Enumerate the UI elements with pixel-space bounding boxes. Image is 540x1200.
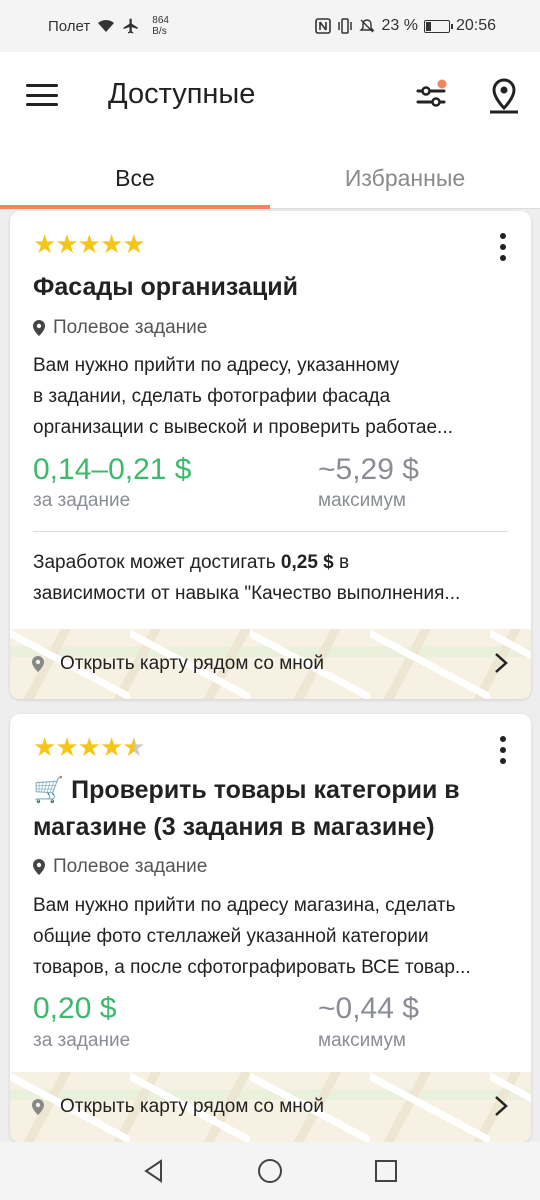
vibrate-icon (338, 18, 353, 34)
description-line: Вам нужно прийти по адресу магазина, сде… (33, 895, 456, 916)
open-map-link[interactable]: Открыть карту рядом со мной (10, 1072, 531, 1142)
location-pin-icon (32, 656, 44, 672)
task-title: 🛒 Проверить товары категории в магазине … (33, 772, 513, 846)
rating-stars: ★ ★ ★ ★ ★ (33, 732, 146, 762)
more-options-icon[interactable] (499, 736, 507, 764)
description-line: Вам нужно прийти по адресу, указанному (33, 355, 400, 376)
price-per-task-label: за задание (33, 490, 131, 511)
earnings-note: Заработок может достигать 0,25 $ в завис… (33, 547, 511, 609)
note-text: Заработок может достигать (33, 552, 281, 573)
page-title: Доступные (108, 78, 256, 110)
description-line: товаров, а после сфотографировать ВСЕ то… (33, 957, 471, 978)
task-title-line: Проверить товары категории в (71, 776, 460, 804)
star-icon: ★ (122, 229, 145, 259)
task-type-label: Полевое задание (53, 856, 208, 877)
price-max: ~0,44 $ (318, 992, 419, 1025)
task-title: Фасады организаций (33, 273, 298, 301)
rating-stars: ★ ★ ★ ★ ★ (33, 229, 146, 259)
home-icon[interactable] (257, 1158, 283, 1184)
tab-bar: Все Избранные (0, 148, 540, 209)
divider (33, 531, 508, 532)
open-map-link[interactable]: Открыть карту рядом со мной (10, 629, 531, 699)
menu-icon[interactable] (26, 82, 58, 108)
chevron-right-icon (495, 1096, 508, 1116)
task-card[interactable]: ★ ★ ★ ★ ★ 🛒 Проверить товары категории в маг… (10, 714, 531, 1142)
speed-unit: B/s (152, 26, 167, 37)
open-map-label: Открыть карту рядом со мной (60, 653, 324, 674)
mute-bell-icon (359, 19, 376, 33)
note-text: в (333, 552, 350, 573)
description-line: организации с вывеской и проверить работ… (33, 417, 453, 438)
task-description: Вам нужно прийти по адресу, указанному в… (33, 350, 511, 443)
map-pin-icon[interactable] (484, 76, 524, 116)
carrier-label: Полет (48, 17, 91, 35)
half-star-icon: ★ (122, 732, 145, 762)
star-icon: ★ (77, 229, 101, 259)
note-amount: 0,25 $ (280, 552, 334, 573)
task-type: Полевое задание (33, 856, 207, 878)
price-per-task-label: за задание (33, 1030, 131, 1051)
location-pin-icon (33, 859, 45, 875)
star-icon: ★ (99, 732, 123, 762)
clock: 20:56 (455, 17, 496, 34)
recents-icon[interactable] (373, 1158, 399, 1184)
task-title-line: магазине (3 задания в магазине) (33, 813, 435, 841)
back-icon[interactable] (141, 1158, 167, 1184)
tab-favorites[interactable]: Избранные (270, 148, 540, 208)
task-description: Вам нужно прийти по адресу магазина, сде… (33, 890, 511, 983)
description-line: в задании, сделать фотографии фасада (33, 386, 391, 407)
star-icon: ★ (77, 732, 101, 762)
chevron-right-icon (495, 653, 508, 673)
app-bar: Доступные Все Избранные (0, 52, 540, 209)
tab-all[interactable]: Все (0, 148, 270, 209)
star-icon: ★ (55, 229, 78, 259)
network-speed: 864 B/s (152, 15, 169, 37)
star-icon: ★ (33, 229, 56, 259)
price-per-task: 0,14–0,21 $ (33, 453, 192, 486)
location-pin-icon (32, 1099, 44, 1115)
description-line: общие фото стеллажей указанной категории (33, 926, 429, 947)
task-type-label: Полевое задание (53, 317, 208, 338)
wifi-icon (98, 19, 115, 32)
nfc-icon (315, 18, 332, 34)
price-per-task: 0,20 $ (33, 992, 117, 1025)
note-text: зависимости от навыка "Качество выполнен… (33, 583, 461, 604)
price-max: ~5,29 $ (318, 453, 419, 486)
system-nav-bar (0, 1142, 540, 1200)
star-icon: ★ (99, 229, 123, 259)
location-pin-icon (33, 320, 45, 336)
star-icon: ★ (55, 732, 78, 762)
price-max-label: максимум (318, 1030, 406, 1051)
open-map-label: Открыть карту рядом со мной (60, 1096, 324, 1117)
battery-percent: 23 % (381, 17, 418, 34)
more-options-icon[interactable] (499, 233, 507, 261)
status-bar: Полет 864 B/s 23 % 20:56 (0, 0, 540, 52)
price-max-label: максимум (318, 490, 406, 511)
airplane-icon (123, 18, 139, 34)
filter-icon[interactable] (414, 78, 450, 114)
speed-value: 864 (152, 15, 169, 26)
task-card[interactable]: ★ ★ ★ ★ ★ Фасады организаций Полевое задание… (10, 211, 531, 699)
star-icon: ★ (33, 732, 56, 762)
cart-icon: 🛒 (33, 776, 65, 804)
task-type: Полевое задание (33, 317, 207, 339)
battery-icon (423, 19, 453, 33)
